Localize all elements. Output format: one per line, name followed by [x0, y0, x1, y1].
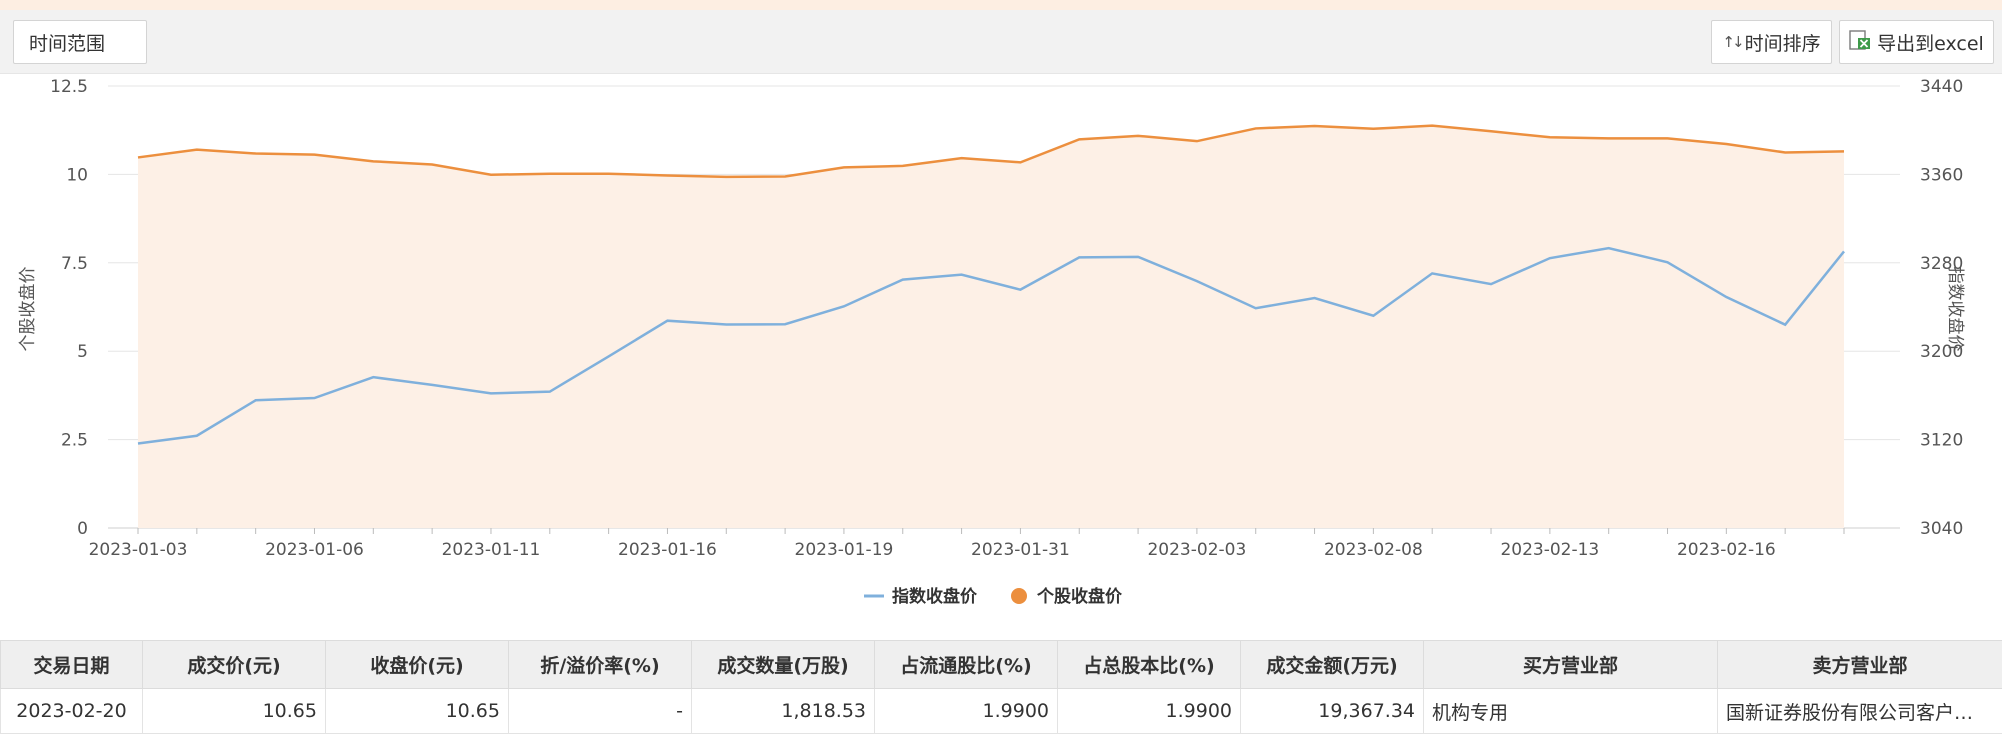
sort-arrows-icon: ↑↓: [1722, 33, 1744, 51]
y-left-tick-label: 7.5: [61, 254, 88, 274]
legend-item-index[interactable]: 指数收盘价: [864, 586, 978, 607]
y-left-tick-label: 5: [77, 342, 88, 362]
price-chart: 0 30402.5 31205 32007.5 328010 336012.5 344020…: [18, 77, 1965, 607]
legend-stock-swatch: [1011, 588, 1027, 604]
y-right-tick-label: 3120: [1920, 431, 1963, 451]
table-cell: 1.9900: [1057, 688, 1241, 734]
toolbar: 时间范围 ↑↓ 时间排序 导出到excel: [0, 10, 2002, 74]
x-tick-label: 2023-01-11: [442, 540, 541, 560]
time-sort-label: 时间排序: [1744, 32, 1821, 55]
column-header[interactable]: 交易日期: [0, 640, 143, 689]
stock-area-fill: [138, 125, 1844, 528]
chart-area: 0 3040 2.5 3120 5 3200 7.5 3280 10 3360 12.5 3440 20…: [0, 74, 2002, 622]
x-tick-label: 2023-02-08: [1324, 540, 1423, 560]
x-tick-label: 2023-02-03: [1147, 540, 1246, 560]
excel-icon: [1849, 29, 1871, 55]
top-accent-strip: [0, 0, 2002, 10]
y-left-tick-label: 10: [66, 165, 88, 185]
export-excel-button[interactable]: 导出到excel: [1839, 20, 1994, 64]
time-range-button[interactable]: 时间范围: [13, 20, 147, 64]
table-cell: 10.65: [142, 688, 326, 734]
block-trade-table: 交易日期 成交价(元) 收盘价(元) 折/溢价率(%) 成交数量(万股) 占流通股比(%)…: [0, 640, 2002, 734]
export-excel-label: 导出到excel: [1877, 32, 1984, 55]
y-left-tick-label: 2.5: [61, 431, 88, 451]
column-header[interactable]: 卖方营业部: [1717, 640, 2002, 689]
legend-stock-label: 个股收盘价: [1036, 586, 1123, 607]
table-cell: 1,818.53: [691, 688, 875, 734]
x-tick-label: 2023-01-16: [618, 540, 717, 560]
legend: 指数收盘价 个股收盘价: [864, 586, 1123, 607]
table-cell: 机构专用: [1423, 688, 1718, 734]
table-cell: 10.65: [325, 688, 509, 734]
y-right-tick-label: 3360: [1920, 165, 1963, 185]
table-body: 2023-02-20 10.65 10.65-1,818.53 1.9900 1.990…: [0, 688, 2002, 734]
legend-index-label: 指数收盘价: [892, 586, 978, 607]
column-header[interactable]: 成交金额(万元): [1240, 640, 1424, 689]
table-row: 2023-02-20 10.65 10.65-1,818.53 1.9900 1.990…: [0, 688, 2002, 734]
x-tick-label: 2023-01-03: [89, 540, 188, 560]
legend-item-stock[interactable]: 个股收盘价: [1011, 586, 1123, 607]
table-cell: 2023-02-20: [0, 688, 143, 734]
table-cell: 1.9900: [874, 688, 1058, 734]
time-range-label: 时间范围: [29, 32, 106, 55]
column-header[interactable]: 占总股本比(%): [1057, 640, 1241, 689]
x-tick-label: 2023-01-06: [265, 540, 364, 560]
table-cell: 国新证券股份有限公司客户…: [1717, 688, 2002, 734]
time-sort-button[interactable]: ↑↓ 时间排序: [1711, 20, 1832, 64]
x-tick-label: 2023-01-19: [795, 540, 894, 560]
x-tick-label: 2023-02-16: [1677, 540, 1776, 560]
column-header[interactable]: 折/溢价率(%): [508, 640, 692, 689]
column-header[interactable]: 买方营业部: [1423, 640, 1718, 689]
column-header[interactable]: 成交数量(万股): [691, 640, 875, 689]
table-cell: -: [508, 688, 692, 734]
column-header[interactable]: 成交价(元): [142, 640, 326, 689]
y-left-label: 个股收盘价: [18, 267, 38, 352]
x-tick-label: 2023-01-31: [971, 540, 1070, 560]
y-right-tick-label: 3440: [1920, 77, 1963, 97]
y-left-tick-label: 0: [77, 519, 88, 539]
stock-area-layer: [138, 125, 1844, 528]
column-header[interactable]: 占流通股比(%): [874, 640, 1058, 689]
table-cell: 19,367.34: [1240, 688, 1424, 734]
y-right-tick-label: 3040: [1920, 519, 1963, 539]
y-right-label: 指数收盘价: [1945, 267, 1965, 352]
y-left-tick-label: 12.5: [50, 77, 88, 97]
table-header-row: 交易日期 成交价(元) 收盘价(元) 折/溢价率(%) 成交数量(万股) 占流通股比(%)…: [0, 640, 2002, 689]
column-header[interactable]: 收盘价(元): [325, 640, 509, 689]
x-tick-label: 2023-02-13: [1500, 540, 1599, 560]
